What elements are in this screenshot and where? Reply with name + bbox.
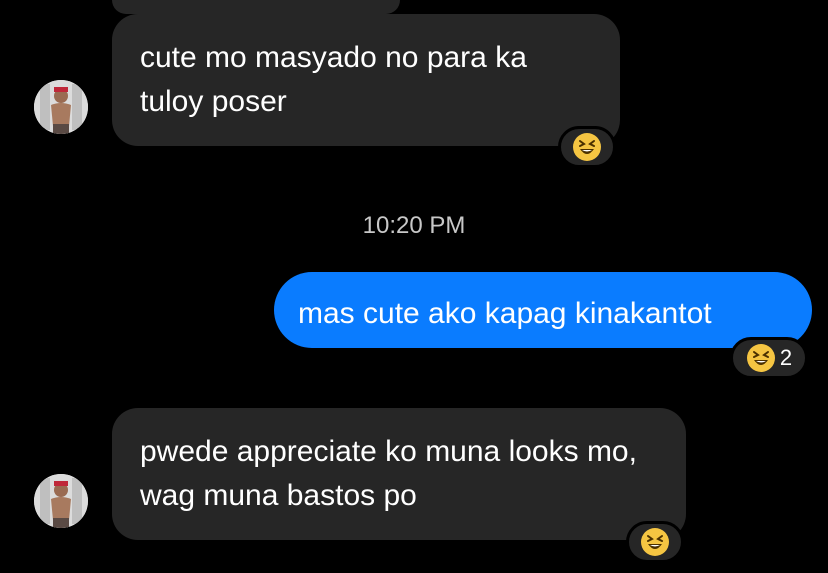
incoming-message-bubble[interactable]: pwede appreciate ko muna looks mo, wag m… bbox=[112, 408, 686, 540]
message-text: cute mo masyado no para ka tuloy poser bbox=[140, 41, 527, 118]
avatar-photo-icon bbox=[34, 80, 88, 134]
avatar-photo-icon bbox=[34, 474, 88, 528]
contact-avatar[interactable] bbox=[34, 80, 88, 134]
grinning-squinting-face-icon bbox=[573, 133, 601, 161]
message-text: mas cute ako kapag kinakantot bbox=[298, 297, 712, 330]
outgoing-message-bubble[interactable]: mas cute ako kapag kinakantot bbox=[274, 272, 812, 348]
incoming-message-bubble[interactable]: cute mo masyado no para ka tuloy poser bbox=[112, 14, 620, 146]
message-reaction[interactable] bbox=[558, 126, 616, 168]
reaction-count: 2 bbox=[779, 345, 793, 370]
message-text: pwede appreciate ko muna looks mo, wag m… bbox=[140, 435, 637, 512]
message-timestamp: 10:20 PM bbox=[362, 212, 466, 239]
message-reaction[interactable]: 2 bbox=[730, 337, 808, 379]
contact-avatar[interactable] bbox=[34, 474, 88, 528]
grinning-squinting-face-icon bbox=[641, 528, 669, 556]
grinning-squinting-face-icon bbox=[746, 344, 775, 372]
previous-message-bubble-edge bbox=[112, 0, 400, 14]
message-reaction[interactable] bbox=[626, 521, 684, 563]
